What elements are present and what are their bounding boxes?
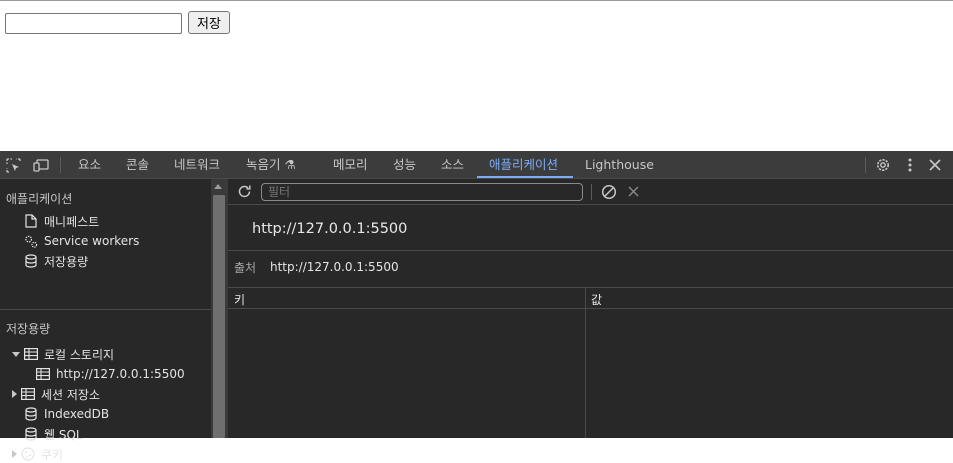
tab-network[interactable]: 네트워크 <box>174 151 220 178</box>
sidebar-divider <box>0 309 211 310</box>
gears-icon <box>24 234 38 248</box>
save-button[interactable]: 저장 <box>188 11 230 34</box>
sidebar-item-label: 쿠키 <box>41 447 64 462</box>
tab-lighthouse[interactable]: Lighthouse <box>585 151 654 178</box>
sidebar-item-label: IndexedDB <box>44 407 110 421</box>
source-value: http://127.0.0.1:5500 <box>270 260 399 274</box>
storage-toolbar <box>228 179 953 205</box>
tab-memory[interactable]: 메모리 <box>333 151 368 178</box>
expand-arrow-icon[interactable] <box>12 450 17 458</box>
tab-sources[interactable]: 소스 <box>441 151 464 178</box>
page-viewport: 저장 <box>0 0 953 151</box>
sidebar-item-manifest[interactable]: 매니페스트 <box>24 212 99 230</box>
tab-console[interactable]: 콘솔 <box>126 151 149 178</box>
devtools-tabbar: 요소 콘솔 네트워크 녹음기 ⚗ 메모리 성능 소스 애플리케이션 Lighth… <box>0 151 953 179</box>
sidebar-item-session-storage[interactable]: 세션 저장소 <box>12 385 100 403</box>
source-label: 출처 <box>234 261 257 275</box>
text-input[interactable] <box>5 13 182 34</box>
sidebar-item-service-workers[interactable]: Service workers <box>24 232 139 250</box>
tabbar-separator <box>60 157 61 173</box>
toolbar-separator <box>591 184 592 200</box>
sidebar-item-web-sql[interactable]: 웹 SQL <box>24 425 83 443</box>
application-sidebar: 애플리케이션 매니페스트 Service workers 저장용량 저장용량 로… <box>0 179 211 462</box>
filter-input[interactable] <box>261 183 583 201</box>
refresh-icon[interactable] <box>236 183 252 199</box>
tab-performance[interactable]: 성능 <box>393 151 416 178</box>
sidebar-item-label: http://127.0.0.1:5500 <box>56 367 185 381</box>
tabbar-separator <box>865 157 866 173</box>
database-icon <box>24 427 38 441</box>
cookie-icon <box>21 447 35 461</box>
local-storage-pane: http://127.0.0.1:5500 출처 http://127.0.0.… <box>228 179 953 438</box>
more-options-icon[interactable] <box>901 156 919 174</box>
sidebar-scrollbar-thumb[interactable] <box>213 195 225 438</box>
table-icon <box>21 387 35 401</box>
active-tab-indicator <box>477 176 573 178</box>
sidebar-heading-application: 애플리케이션 <box>6 192 73 206</box>
sidebar-item-label: 로컬 스토리지 <box>44 347 115 362</box>
section-divider <box>228 287 953 288</box>
close-icon[interactable] <box>926 156 944 174</box>
inspect-element-icon[interactable] <box>4 156 22 174</box>
tab-recorder[interactable]: 녹음기 ⚗ <box>246 151 296 178</box>
database-icon <box>24 407 38 421</box>
expand-arrow-icon[interactable] <box>12 351 20 357</box>
delete-selected-icon[interactable] <box>626 184 640 198</box>
sidebar-item-label: 저장용량 <box>44 254 89 269</box>
device-toolbar-icon[interactable] <box>32 156 50 174</box>
sidebar-item-storage[interactable]: 저장용량 <box>24 252 88 270</box>
sidebar-item-local-storage[interactable]: 로컬 스토리지 <box>12 345 114 363</box>
file-icon <box>24 214 38 228</box>
database-icon <box>24 254 38 268</box>
column-divider[interactable] <box>585 288 586 438</box>
tab-elements[interactable]: 요소 <box>78 151 101 178</box>
sidebar-item-label: 매니페스트 <box>44 214 100 229</box>
table-icon <box>24 347 38 361</box>
sidebar-item-local-storage-origin[interactable]: http://127.0.0.1:5500 <box>36 365 185 383</box>
sidebar-item-cookies[interactable]: 쿠키 <box>12 445 63 463</box>
sidebar-heading-storage: 저장용량 <box>6 322 51 336</box>
clear-all-icon[interactable] <box>600 183 617 200</box>
column-header-value[interactable]: 값 <box>591 291 602 308</box>
sidebar-item-label: 웹 SQL <box>44 427 83 442</box>
devtools-panel: 요소 콘솔 네트워크 녹음기 ⚗ 메모리 성능 소스 애플리케이션 Lighth… <box>0 151 953 462</box>
sidebar-item-label: Service workers <box>44 234 140 248</box>
scroll-up-arrow-icon[interactable] <box>214 184 222 189</box>
settings-gear-icon[interactable] <box>874 156 892 174</box>
section-divider <box>228 250 953 251</box>
expand-arrow-icon[interactable] <box>12 390 17 398</box>
tab-application[interactable]: 애플리케이션 <box>489 151 558 178</box>
sidebar-item-label: 세션 저장소 <box>41 387 101 402</box>
table-icon <box>36 367 50 381</box>
column-header-key[interactable]: 키 <box>234 291 245 308</box>
sidebar-item-indexeddb[interactable]: IndexedDB <box>24 405 109 423</box>
storage-table-header: 키 값 <box>228 289 953 309</box>
origin-title: http://127.0.0.1:5500 <box>252 221 408 237</box>
